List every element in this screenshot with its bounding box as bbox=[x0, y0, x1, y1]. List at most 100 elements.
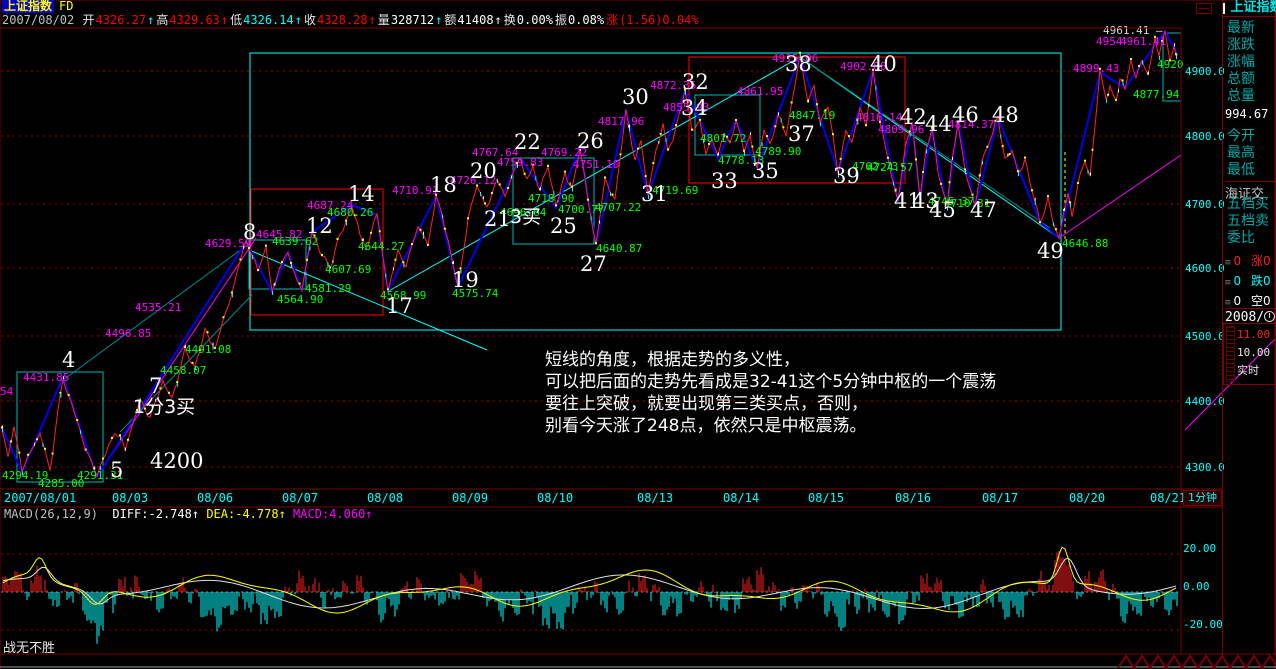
avg-price-dot bbox=[281, 261, 283, 263]
up-arrow-icon: ↑ bbox=[279, 507, 286, 521]
avg-price-dot bbox=[986, 146, 988, 148]
avg-price-dot bbox=[840, 158, 842, 160]
sidebar-title-text: 上证指数 bbox=[1231, 0, 1276, 15]
date-axis-label: 08/03 bbox=[112, 491, 148, 505]
quote-field-label: 低 bbox=[230, 13, 242, 27]
avg-price-dot bbox=[1024, 157, 1026, 159]
avg-price-dot bbox=[36, 438, 38, 440]
avg-price-dot bbox=[865, 124, 867, 126]
sidebar-depth-button[interactable]: 五档卖 bbox=[1227, 213, 1276, 230]
avg-price-dot bbox=[379, 230, 381, 232]
chart-canvas: 544431.854496.854535.214629.594645.82468… bbox=[0, 0, 1276, 669]
date-axis-label: 08/17 bbox=[982, 491, 1018, 505]
sidebar-depth-button[interactable]: 委比 bbox=[1227, 230, 1276, 247]
quote-field-value: 328712 bbox=[391, 13, 434, 27]
tick-mark bbox=[43, 443, 44, 447]
price-axis-label: 4800.0 bbox=[1185, 131, 1225, 142]
tick-mark bbox=[120, 436, 121, 440]
pivot-zone-box bbox=[17, 372, 103, 482]
avg-price-dot bbox=[887, 157, 889, 159]
date-axis-label: 08/14 bbox=[723, 491, 759, 505]
tick-mark bbox=[480, 192, 481, 196]
count-value: 0 bbox=[1234, 254, 1245, 268]
pivot-number-label: 49 bbox=[1037, 239, 1064, 263]
pivot-number-label: 27 bbox=[580, 252, 607, 276]
avg-price-dot bbox=[1138, 65, 1140, 67]
quote-field: 振0.08% bbox=[555, 13, 605, 27]
tick-mark bbox=[346, 222, 347, 226]
price-label: 3买 bbox=[510, 206, 541, 228]
avg-price-dot bbox=[176, 381, 178, 383]
quote-field: 收4328.28↑ bbox=[304, 13, 377, 27]
tick-mark bbox=[483, 196, 484, 199]
low-price-label: 4564.90 bbox=[277, 293, 323, 306]
count-value: 0 bbox=[1234, 274, 1245, 288]
quote-field: 额41408↑ bbox=[444, 13, 502, 27]
tick-mark bbox=[875, 86, 876, 90]
up-arrow-icon: ↑ bbox=[221, 13, 228, 27]
clock-icon bbox=[1264, 311, 1275, 322]
tick-mark bbox=[952, 157, 953, 160]
tick-mark bbox=[1088, 170, 1089, 174]
avg-price-dot bbox=[604, 176, 606, 178]
row-marker-icon: ≡ bbox=[1224, 298, 1232, 308]
period-selector[interactable]: 1分钟 bbox=[1183, 490, 1222, 506]
quote-field-value: 0.00% bbox=[517, 13, 553, 27]
avg-price-dot bbox=[922, 171, 924, 173]
pivot-number-label: 45 bbox=[929, 198, 956, 222]
text-cursor-icon bbox=[1223, 3, 1225, 14]
high-price-label: 4861.95 bbox=[737, 85, 783, 98]
avg-price-dot bbox=[645, 175, 647, 177]
pivot-number-label: 20 bbox=[470, 159, 497, 183]
gauge-bar bbox=[1226, 326, 1235, 382]
gauge-low-value: 10.00 bbox=[1237, 344, 1270, 362]
avg-price-dot bbox=[491, 192, 493, 194]
status-text: 战无不胜 bbox=[3, 637, 55, 656]
sidebar-quote-label: 涨跌 bbox=[1227, 37, 1276, 54]
window-restore-icon[interactable] bbox=[1196, 3, 1212, 14]
sidebar-title[interactable]: 上证指数 bbox=[1223, 0, 1276, 17]
quote-field-value: 4326.27 bbox=[96, 13, 147, 27]
sidebar-quote-label: 总额 bbox=[1227, 71, 1276, 88]
low-price-label: 4646.88 bbox=[1062, 237, 1108, 250]
avg-price-dot bbox=[816, 103, 818, 105]
tick-mark bbox=[570, 182, 571, 185]
macd-diff-value: DIFF:-2.748 bbox=[112, 507, 191, 521]
price-axis-label: 4700.0 bbox=[1185, 199, 1225, 210]
high-price-label: 4431.85 bbox=[23, 371, 69, 384]
tick-mark bbox=[535, 176, 536, 180]
low-price-label: 4801.72 bbox=[700, 132, 746, 145]
quote-field-label: 量 bbox=[378, 13, 390, 27]
tick-mark bbox=[442, 214, 443, 218]
realtime-mode-label[interactable]: 实时 bbox=[1237, 362, 1270, 380]
avg-price-dot bbox=[652, 162, 654, 164]
date-axis-label: 08/13 bbox=[637, 491, 673, 505]
quote-field: 高4329.63↑ bbox=[156, 13, 229, 27]
quote-field-label: 收 bbox=[304, 13, 316, 27]
tick-mark bbox=[423, 235, 424, 239]
quote-field-label: 振 bbox=[555, 13, 567, 27]
avg-price-dot bbox=[1130, 58, 1132, 60]
low-price-label: 4789.90 bbox=[755, 145, 801, 158]
pivot-number-label: 7 bbox=[149, 374, 162, 398]
tick-mark bbox=[750, 132, 751, 135]
high-price-label: 4817.96 bbox=[598, 115, 644, 128]
pivot-number-label: 40 bbox=[870, 52, 897, 76]
avg-price-dot bbox=[85, 449, 87, 451]
low-price-label: 4491.08 bbox=[185, 343, 231, 356]
count-label: 涨0 bbox=[1251, 254, 1271, 268]
macd-axis-label: 0.00 bbox=[1183, 581, 1223, 592]
avg-price-dot bbox=[1002, 145, 1004, 147]
avg-price-dot bbox=[949, 181, 951, 183]
pivot-number-label: 37 bbox=[788, 122, 815, 146]
pivot-number-label: 44 bbox=[925, 112, 952, 136]
tick-mark bbox=[540, 187, 541, 190]
high-price-label: 4759.83 bbox=[497, 156, 543, 169]
avg-price-dot bbox=[751, 145, 753, 147]
avg-price-dot bbox=[168, 392, 170, 394]
low-price-label: 4877.94 bbox=[1133, 88, 1180, 101]
tick-mark bbox=[1035, 201, 1036, 205]
up-arrow-icon: ↑ bbox=[147, 13, 154, 27]
up-arrow-icon: ↑ bbox=[435, 13, 442, 27]
sidebar-depth-button[interactable]: 五档买 bbox=[1227, 196, 1276, 213]
